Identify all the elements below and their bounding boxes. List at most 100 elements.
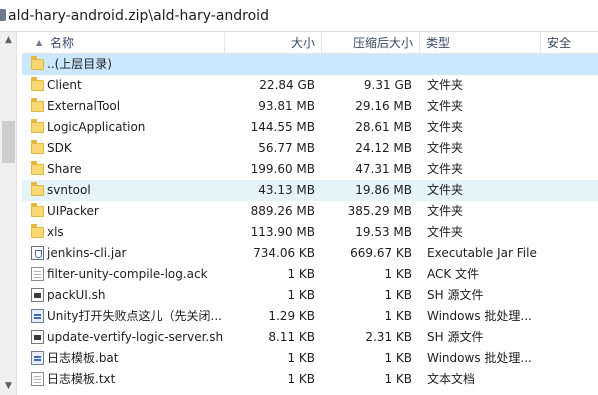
file-row[interactable]: SDK 56.77 MB 24.12 MB 文件夹	[22, 138, 598, 159]
row-size: 113.90 MB	[250, 225, 315, 239]
row-size: 1 KB	[287, 351, 315, 365]
address-bar[interactable]: ald-hary-android.zip\ald-hary-android	[0, 0, 598, 32]
file-row[interactable]: 日志模板.txt 1 KB 1 KB 文本文档	[22, 369, 598, 390]
row-size	[223, 54, 319, 75]
row-size: 144.55 MB	[250, 120, 315, 134]
row-compressed-size: 47.31 MB	[355, 162, 412, 176]
file-row[interactable]: UIPacker 889.26 MB 385.29 MB 文件夹	[22, 201, 598, 222]
file-row[interactable]: update-vertify-logic-server.sh 8.11 KB 2.3…	[22, 327, 598, 348]
row-size: 1.29 KB	[268, 309, 315, 323]
row-compressed-size: 1 KB	[384, 372, 412, 386]
parent-directory-row[interactable]: ..(上层目录)	[22, 54, 598, 75]
row-size: 199.60 MB	[250, 162, 315, 176]
row-name-cell: 日志模板.bat	[24, 348, 224, 369]
file-icon	[31, 372, 44, 386]
row-compressed-size: 385.29 MB	[347, 204, 412, 218]
file-row[interactable]: Client 22.84 GB 9.31 GB 文件夹	[22, 75, 598, 96]
jar-file-icon	[31, 246, 44, 260]
scroll-up-arrow-icon[interactable]: ▲	[0, 32, 17, 49]
vertical-scrollbar[interactable]: ▲ ▼	[0, 32, 17, 395]
file-row[interactable]: Share 199.60 MB 47.31 MB 文件夹	[22, 159, 598, 180]
row-name-cell: Client	[24, 75, 224, 96]
row-size: 1 KB	[287, 267, 315, 281]
row-compressed-size: 29.16 MB	[355, 99, 412, 113]
row-type: 文件夹	[427, 99, 464, 113]
scroll-down-arrow-icon[interactable]: ▼	[0, 378, 17, 395]
shell-script-icon	[31, 288, 44, 302]
row-type: Windows 批处理...	[427, 351, 532, 365]
row-compressed-size: 19.86 MB	[355, 183, 412, 197]
scrollbar-thumb[interactable]	[2, 120, 15, 163]
column-size-label: 大小	[290, 36, 315, 50]
file-row[interactable]: xls 113.90 MB 19.53 MB 文件夹	[22, 222, 598, 243]
row-name: jenkins-cli.jar	[47, 246, 127, 260]
row-name: ..(上层目录)	[47, 57, 112, 71]
row-type: 文件夹	[427, 120, 464, 134]
file-rows: ..(上层目录) Client 22.84 GB 9.31 GB 文件夹 External…	[22, 54, 598, 390]
row-name: Client	[47, 78, 82, 92]
row-size: 22.84 GB	[259, 78, 315, 92]
row-compressed-size: 1 KB	[384, 288, 412, 302]
file-row[interactable]: filter-unity-compile-log.ack 1 KB 1 KB ACK …	[22, 264, 598, 285]
row-type: Executable Jar File	[427, 246, 537, 260]
row-size: 43.13 MB	[258, 183, 315, 197]
column-security[interactable]: 安全	[541, 32, 598, 54]
row-size: 93.81 MB	[258, 99, 315, 113]
column-security-label: 安全	[547, 36, 572, 50]
row-size: 734.06 KB	[253, 246, 315, 260]
sort-ascending-icon: ▲	[36, 38, 43, 47]
column-size[interactable]: 大小	[225, 32, 322, 54]
row-name-cell: SDK	[24, 138, 224, 159]
file-row[interactable]: LogicApplication 144.55 MB 28.61 MB 文件夹	[22, 117, 598, 138]
batch-file-icon	[31, 351, 44, 365]
row-name-cell: xls	[24, 222, 224, 243]
column-name-label: 名称	[50, 36, 75, 50]
shell-script-icon	[31, 330, 44, 344]
row-compressed-size: 669.67 KB	[350, 246, 412, 260]
column-header: ▲ 名称 大小 压缩后大小 类型 安全	[22, 32, 598, 54]
file-row[interactable]: ExternalTool 93.81 MB 29.16 MB 文件夹	[22, 96, 598, 117]
row-name-cell: ..(上层目录)	[24, 54, 224, 75]
batch-file-icon	[31, 309, 44, 323]
address-path[interactable]: ald-hary-android.zip\ald-hary-android	[8, 8, 269, 24]
row-type: 文本文档	[427, 372, 476, 386]
row-type: SH 源文件	[427, 330, 484, 344]
column-compressed-size[interactable]: 压缩后大小	[322, 32, 420, 54]
row-name: Unity打开失败点这儿（先关闭...	[47, 309, 222, 323]
row-size: 8.11 KB	[268, 330, 315, 344]
row-name-cell: Share	[24, 159, 224, 180]
row-compressed-size: 1 KB	[384, 267, 412, 281]
row-type: 文件夹	[427, 183, 464, 197]
file-row[interactable]: svntool 43.13 MB 19.86 MB 文件夹	[22, 180, 598, 201]
file-row[interactable]: jenkins-cli.jar 734.06 KB 669.67 KB Executa…	[22, 243, 598, 264]
row-name-cell: jenkins-cli.jar	[24, 243, 224, 264]
folder-icon	[31, 224, 44, 238]
row-name-cell: Unity打开失败点这儿（先关闭...	[24, 306, 224, 327]
file-row[interactable]: Unity打开失败点这儿（先关闭... 1.29 KB 1 KB Windows 批处…	[22, 306, 598, 327]
column-name[interactable]: ▲ 名称	[22, 32, 225, 54]
row-size: 1 KB	[287, 372, 315, 386]
column-compressed-size-label: 压缩后大小	[352, 36, 413, 50]
row-type: Windows 批处理...	[427, 309, 532, 323]
row-name-cell: svntool	[24, 180, 224, 201]
row-compressed-size: 19.53 MB	[355, 225, 412, 239]
row-name-cell: 日志模板.txt	[24, 369, 224, 390]
archive-icon	[0, 9, 6, 21]
folder-icon	[31, 77, 44, 91]
row-type: 文件夹	[427, 204, 464, 218]
file-icon	[31, 267, 44, 281]
column-type-label: 类型	[426, 36, 451, 50]
row-name: UIPacker	[47, 204, 99, 218]
file-row[interactable]: 日志模板.bat 1 KB 1 KB Windows 批处理...	[22, 348, 598, 369]
row-type: 文件夹	[427, 141, 464, 155]
column-type[interactable]: 类型	[420, 32, 541, 54]
row-name: filter-unity-compile-log.ack	[47, 267, 208, 281]
row-name: SDK	[47, 141, 72, 155]
row-name: 日志模板.txt	[47, 372, 116, 386]
folder-icon	[31, 161, 44, 175]
row-type: 文件夹	[427, 225, 464, 239]
file-row[interactable]: packUI.sh 1 KB 1 KB SH 源文件	[22, 285, 598, 306]
row-compressed-size: 9.31 GB	[363, 78, 412, 92]
folder-icon	[31, 203, 44, 217]
row-compressed-size: 1 KB	[384, 309, 412, 323]
